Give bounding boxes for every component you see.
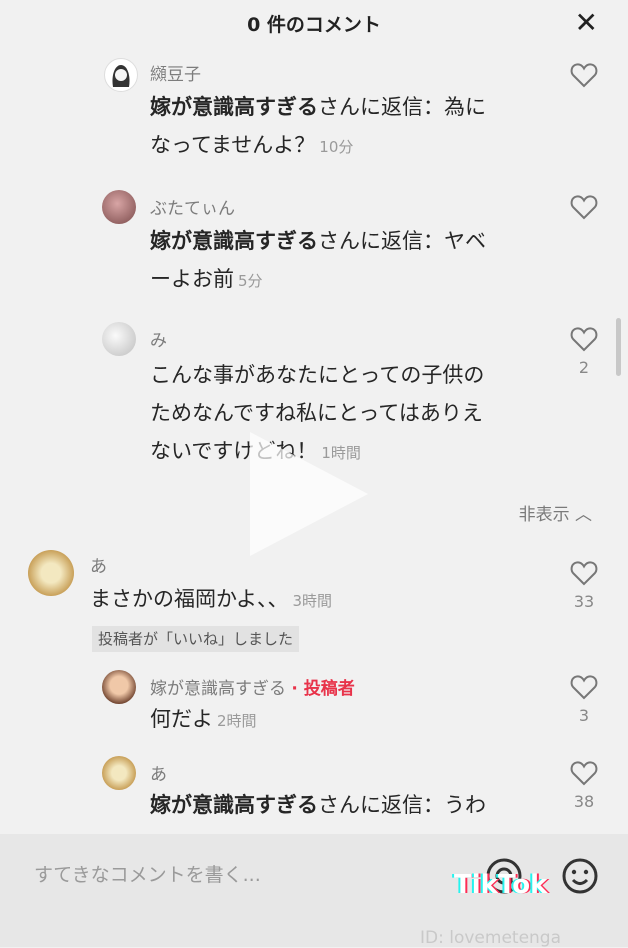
like-button[interactable]	[564, 62, 604, 88]
comment-input[interactable]: すてきなコメントを書く...	[34, 860, 261, 887]
comment-time: 2時間	[217, 712, 257, 730]
comment-username: 嫁が意識高すぎる · 投稿者	[150, 679, 355, 699]
tiktok-watermark-logo: TikTok	[454, 870, 548, 900]
avatar[interactable]	[102, 322, 136, 356]
comment-count-title: 0 件のコメント	[247, 14, 381, 36]
like-count: 33	[573, 592, 595, 611]
heart-outline-icon	[570, 675, 598, 700]
comment-username[interactable]: み	[150, 326, 167, 351]
like-button[interactable]: 38	[564, 760, 604, 811]
play-icon[interactable]	[250, 432, 368, 556]
reply-target-name[interactable]: 嫁が意識高すぎる	[150, 229, 318, 253]
like-button[interactable]: 2	[564, 326, 604, 377]
comment-username[interactable]: あ	[90, 552, 107, 577]
hide-replies-button[interactable]: 非表示 ︿	[519, 500, 592, 525]
heart-outline-icon	[570, 195, 598, 220]
heart-outline-icon	[570, 561, 598, 586]
close-icon[interactable]: ✕	[575, 6, 598, 40]
avatar[interactable]	[102, 190, 136, 224]
author-badge: · 投稿者	[291, 679, 355, 699]
comment-text: 嫁が意識高すぎるさんに返信：ヤベ ーよお前 5分	[150, 229, 486, 291]
comment-input-bar: すてきなコメントを書く... TikTok ID: lovemetenga	[0, 834, 628, 948]
comment-text: まさかの福岡かよ、、 3時間	[90, 587, 332, 611]
avatar[interactable]	[104, 58, 138, 92]
like-button[interactable]: 33	[564, 560, 604, 611]
reply-target-name[interactable]: 嫁が意識高すぎる	[150, 793, 318, 817]
like-button[interactable]: 3	[564, 674, 604, 725]
scrollbar[interactable]	[616, 318, 621, 376]
heart-outline-icon	[570, 761, 598, 786]
comment-time: 3時間	[292, 592, 332, 610]
avatar[interactable]	[102, 756, 136, 790]
comment-username[interactable]: 纐豆子	[150, 60, 201, 85]
comment-text: 嫁が意識高すぎるさんに返信：為に なってませんよ？ 10分	[150, 95, 486, 157]
avatar[interactable]	[102, 670, 136, 704]
like-button[interactable]	[564, 194, 604, 220]
comment-username[interactable]: ぶたてぃん	[150, 194, 235, 219]
reply-target-name[interactable]: 嫁が意識高すぎる	[150, 95, 318, 119]
comment-text: 何だよ 2時間	[150, 707, 257, 731]
heart-outline-icon	[570, 327, 598, 352]
comment-time: 5分	[238, 272, 263, 290]
comment-username[interactable]: あ	[150, 760, 167, 785]
avatar[interactable]	[28, 550, 74, 596]
emoji-icon[interactable]	[560, 856, 600, 900]
comment-time: 10分	[319, 138, 354, 156]
comments-header: 0 件のコメント ✕	[0, 0, 628, 46]
comment-text: 嫁が意識高すぎるさんに返信：うわ	[150, 793, 486, 817]
heart-outline-icon	[570, 63, 598, 88]
like-count: 38	[573, 792, 595, 811]
creator-liked-badge: 投稿者が「いいね」しました	[92, 626, 300, 652]
like-count: 2	[578, 358, 590, 377]
tiktok-watermark-id: ID: lovemetenga	[420, 928, 562, 948]
like-count: 3	[578, 706, 590, 725]
